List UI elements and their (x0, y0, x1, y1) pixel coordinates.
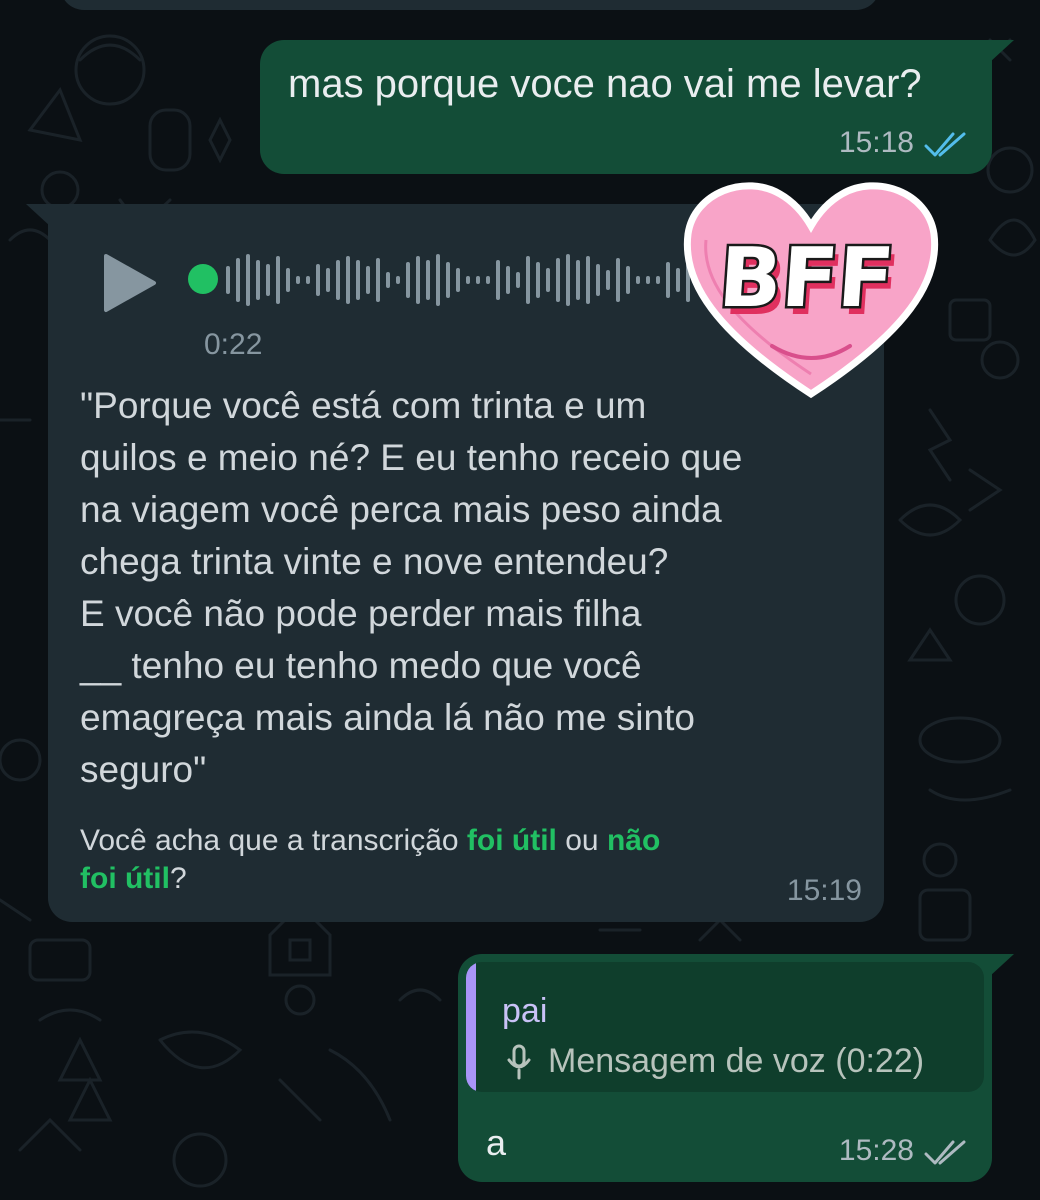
quoted-message[interactable]: pai Mensagem de voz (0:22) (466, 962, 984, 1092)
transcript-line: __ tenho eu tenho medo que você (80, 645, 642, 686)
play-icon[interactable] (102, 252, 158, 314)
sticker-text: BFF (716, 231, 897, 326)
feedback-prompt: Você acha que a transcrição (80, 824, 467, 857)
quote-accent-bar (466, 962, 476, 1092)
transcript-line: seguro" (80, 749, 207, 790)
outgoing-message[interactable]: mas porque voce nao vai me levar? 15:18 (260, 40, 992, 174)
outgoing-reply-message[interactable]: pai Mensagem de voz (0:22) a 15:28 (458, 954, 992, 1182)
previous-message-bubble[interactable] (60, 0, 880, 10)
message-time: 15:18 (838, 126, 914, 159)
bubble-tail (26, 204, 50, 226)
microphone-icon (507, 1044, 531, 1080)
feedback-not-useful-link[interactable]: não (607, 824, 660, 857)
transcript-line: na viagem você perca mais peso ainda (80, 489, 722, 530)
playback-position-dot[interactable] (188, 264, 218, 294)
double-check-icon (924, 1140, 966, 1165)
message-text: a (486, 1122, 507, 1163)
message-time: 15:19 (786, 874, 862, 907)
transcript-feedback: Você acha que a transcrição foi útil ou … (80, 822, 780, 898)
transcript-line: chega trinta vinte e nove entendeu? (80, 541, 669, 582)
feedback-useful-link[interactable]: foi útil (467, 824, 557, 857)
bubble-tail (990, 40, 1014, 62)
heart-bff-sticker[interactable]: BFF BFF (676, 172, 946, 402)
feedback-question-mark: ? (169, 862, 187, 895)
chat-view: mas porque voce nao vai me levar? 15:18 (0, 0, 1040, 1200)
quote-text: Mensagem de voz (0:22) (548, 1042, 925, 1080)
transcript-line: E você não pode perder mais filha (80, 593, 642, 634)
transcript-line: quilos e meio né? E eu tenho receio que (80, 437, 743, 478)
quote-author: pai (502, 992, 548, 1030)
message-time: 15:28 (838, 1134, 914, 1167)
voice-transcript: "Porque você está com trinta e um quilos… (80, 380, 860, 796)
double-check-icon (924, 132, 966, 157)
voice-duration: 0:22 (204, 328, 263, 361)
feedback-or: ou (556, 824, 607, 857)
audio-waveform[interactable] (222, 248, 742, 312)
message-text: mas porque voce nao vai me levar? (288, 62, 922, 106)
feedback-not-useful-link[interactable]: foi útil (80, 862, 170, 895)
bubble-tail (990, 954, 1014, 976)
transcript-line: emagreça mais ainda lá não me sinto (80, 697, 695, 738)
